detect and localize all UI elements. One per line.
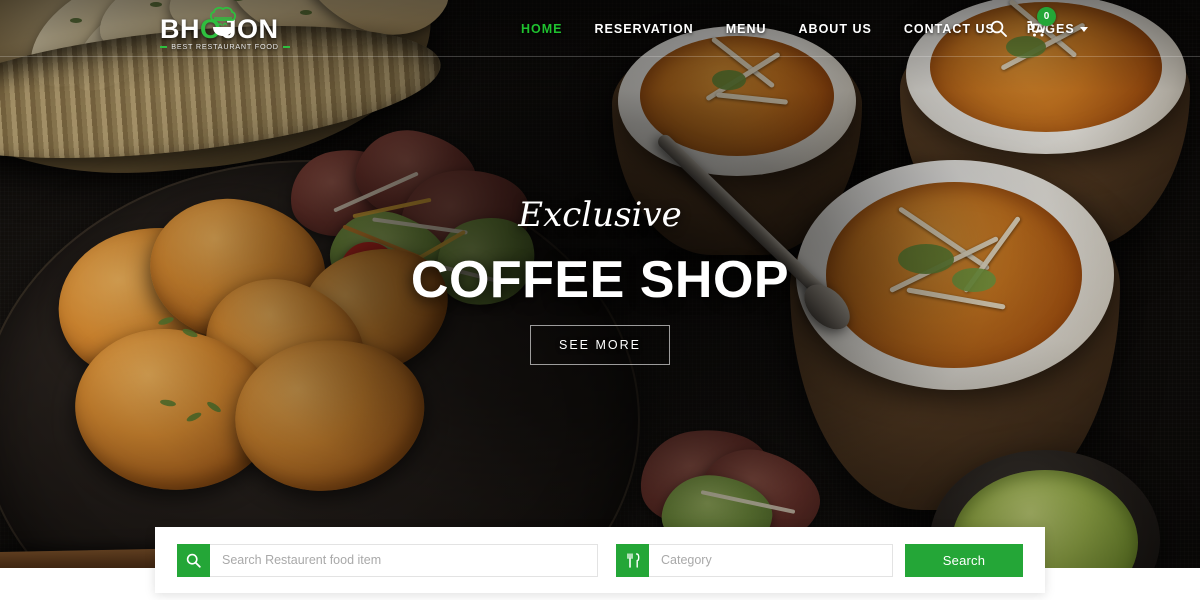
hero-banner-image bbox=[0, 0, 1200, 568]
tagline-rule-left bbox=[160, 45, 168, 48]
page-root: BHOJON BEST RESTAURANT FOOD HOME RESERVA… bbox=[0, 0, 1200, 600]
logo-text-part1: BH bbox=[160, 14, 200, 44]
category-input[interactable] bbox=[649, 543, 893, 577]
category-field bbox=[616, 543, 893, 577]
utensils-icon[interactable] bbox=[616, 543, 649, 577]
site-logo[interactable]: BHOJON BEST RESTAURANT FOOD bbox=[160, 6, 290, 52]
nav-item-menu[interactable]: MENU bbox=[710, 22, 783, 36]
search-icon[interactable] bbox=[990, 20, 1007, 37]
tagline-rule-right bbox=[282, 45, 290, 48]
chevron-down-icon bbox=[1079, 27, 1088, 32]
search-submit-button[interactable]: Search bbox=[905, 543, 1023, 577]
food-search-field bbox=[177, 543, 598, 577]
hero-button-wrap: SEE MORE bbox=[0, 325, 1200, 365]
search-icon[interactable] bbox=[177, 543, 210, 577]
logo-tagline-row: BEST RESTAURANT FOOD bbox=[160, 42, 290, 51]
logo-tagline: BEST RESTAURANT FOOD bbox=[171, 42, 279, 51]
nav-item-about-us[interactable]: ABOUT US bbox=[783, 22, 888, 36]
see-more-button[interactable]: SEE MORE bbox=[530, 325, 670, 365]
hero-dark-overlay bbox=[0, 0, 1200, 568]
search-panel: Search bbox=[155, 527, 1045, 593]
bowl-icon bbox=[213, 22, 233, 36]
search-input[interactable] bbox=[210, 543, 598, 577]
site-header: BHOJON BEST RESTAURANT FOOD HOME RESERVA… bbox=[0, 0, 1200, 57]
shopping-cart-icon[interactable]: 0 bbox=[1027, 6, 1056, 38]
nav-item-home[interactable]: HOME bbox=[505, 22, 579, 36]
nav-item-reservation[interactable]: RESERVATION bbox=[579, 22, 710, 36]
cart-count-badge: 0 bbox=[1037, 6, 1056, 26]
header-icon-group: 0 bbox=[990, 0, 1056, 57]
chef-hat-icon bbox=[209, 6, 237, 21]
